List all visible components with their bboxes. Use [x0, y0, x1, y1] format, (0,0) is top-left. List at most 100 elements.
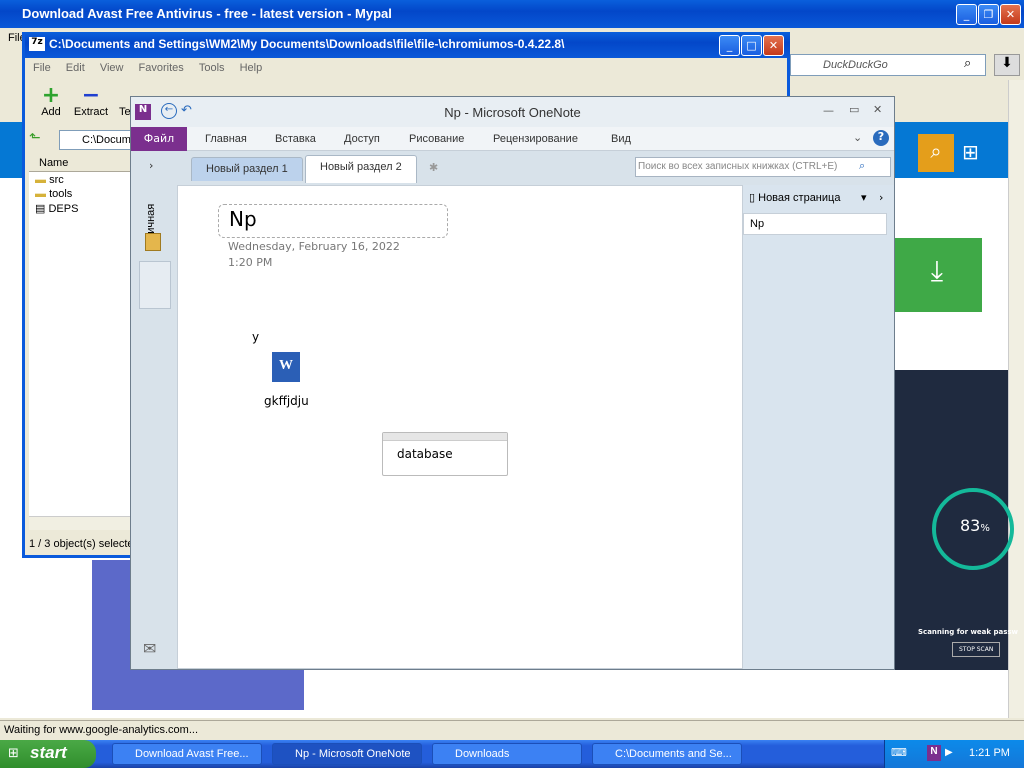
note-container[interactable]: database [382, 432, 508, 476]
onenote-window: Np - Microsoft OneNote N ← ↶ — ▭ ✕ Файл … [130, 96, 895, 670]
menu-edit[interactable]: Edit [66, 62, 85, 74]
file-icon: ▤ [35, 203, 46, 215]
list-item[interactable]: ▬ tools [29, 186, 131, 200]
tab-view[interactable]: Вид [611, 133, 631, 145]
clock[interactable]: 1:21 PM [969, 747, 1010, 759]
new-page-icon: ▯ [749, 192, 756, 204]
onenote-icon: N [135, 104, 151, 120]
maximize-button[interactable]: □ [741, 35, 762, 56]
ribbon: Файл Главная Вставка Доступ Рисование Ре… [131, 127, 894, 151]
unfiled-notes-icon[interactable]: ✉ [143, 639, 156, 658]
section-tab-1[interactable]: Новый раздел 1 [191, 157, 303, 181]
ribbon-collapse-icon[interactable]: ⌄ [853, 131, 862, 144]
stop-scan-button[interactable]: STOP SCAN [952, 642, 1001, 657]
page-time: 1:20 PM [228, 256, 273, 269]
notebook-icon[interactable] [145, 233, 161, 251]
tab-home[interactable]: Главная [205, 133, 247, 145]
note-text[interactable]: database [383, 441, 507, 461]
archive-title: C:\Documents and Settings\WM2\My Documen… [25, 32, 790, 58]
avast-promo: 83% Scanning for weak passw STOP SCAN [892, 370, 1018, 670]
onenote-title: Np - Microsoft OneNote [131, 97, 894, 127]
task-onenote[interactable]: Np - Microsoft OneNote [272, 743, 422, 765]
note-page[interactable]: Np Wednesday, February 16, 2022 1:20 PM … [177, 185, 743, 669]
minimize-button[interactable]: _ [956, 4, 977, 25]
list-item[interactable]: ▤ DEPS [29, 200, 131, 215]
search-icon[interactable]: ⌕ [964, 56, 971, 71]
list-item[interactable]: ▬ src [29, 172, 131, 186]
new-section-icon[interactable]: ✱ [429, 161, 438, 174]
menu-help[interactable]: Help [240, 62, 263, 74]
download-icon[interactable]: ⬇ [994, 54, 1020, 76]
address-field[interactable]: C:\Docum [59, 130, 131, 150]
menu-tools[interactable]: Tools [199, 62, 225, 74]
task-downloads[interactable]: Downloads [432, 743, 582, 765]
task-7zip[interactable]: C:\Documents and Se... [592, 743, 742, 765]
undo-icon[interactable]: ↶ [181, 103, 192, 118]
horizontal-scrollbar[interactable] [29, 516, 131, 530]
search-input[interactable]: DuckDuckGo [790, 54, 986, 76]
help-icon[interactable]: ? [873, 130, 889, 146]
search-icon[interactable]: ⌕ [918, 134, 954, 172]
search-icon[interactable]: ⌕ [859, 159, 865, 173]
pages-panel: ▯ Новая страница ▾ › Np [743, 185, 894, 669]
download-icon[interactable]: ⤓ [892, 238, 982, 312]
folder-icon: ▬ [35, 188, 46, 200]
file-list: Name ▬ src ▬ tools ▤ DEPS [29, 154, 131, 516]
status-bar: Waiting for www.google-analytics.com... [0, 720, 1024, 740]
up-folder-icon[interactable]: ⬑ [29, 130, 55, 150]
system-tray: ⌨ N ▶ 1:21 PM [884, 740, 1024, 768]
keyboard-icon[interactable]: ⌨ [891, 746, 907, 759]
browser-title: Download Avast Free Antivirus - free - l… [0, 0, 1024, 28]
tab-share[interactable]: Доступ [344, 133, 380, 145]
note-text-y[interactable]: y [252, 330, 259, 344]
tab-insert[interactable]: Вставка [275, 133, 316, 145]
minimize-button[interactable]: _ [719, 35, 740, 56]
add-button[interactable]: + Add [37, 83, 65, 119]
note-handle[interactable] [383, 433, 507, 441]
maximize-button[interactable]: ▭ [849, 103, 859, 116]
close-button[interactable]: ✕ [873, 103, 882, 116]
tray-arrow-icon[interactable]: ▶ [945, 747, 953, 758]
extract-icon: − [81, 83, 101, 108]
expand-icon[interactable]: › [149, 159, 153, 172]
collapse-panel-icon[interactable]: › [879, 191, 883, 204]
windows-logo-icon: ⊞ [8, 746, 19, 761]
archive-status: 1 / 3 object(s) selecte [29, 538, 134, 550]
back-icon[interactable]: ← [161, 103, 177, 119]
section-tab-2[interactable]: Новый раздел 2 [305, 155, 417, 183]
close-button[interactable]: ✕ [763, 35, 784, 56]
7zip-icon: 7z [29, 37, 45, 51]
scrollbar[interactable] [1008, 80, 1024, 718]
page-title[interactable]: Np [218, 204, 448, 238]
tab-draw[interactable]: Рисование [409, 133, 464, 145]
scan-status: Scanning for weak passw [918, 628, 1019, 636]
maximize-button[interactable]: ❐ [978, 4, 999, 25]
task-browser[interactable]: Download Avast Free... [112, 743, 262, 765]
windows-icon: ⊞ [962, 140, 979, 164]
folder-icon: ▬ [35, 174, 46, 186]
search-notebooks-input[interactable]: Поиск во всех записных книжках (CTRL+E) [635, 157, 891, 177]
word-doc-icon[interactable]: W [272, 352, 300, 382]
menu-file[interactable]: File [33, 62, 51, 74]
menu-favorites[interactable]: Favorites [139, 62, 184, 74]
tab-review[interactable]: Рецензирование [493, 133, 578, 145]
menu-view[interactable]: View [100, 62, 124, 74]
new-page-dropdown-icon[interactable]: ▾ [861, 191, 867, 204]
close-button[interactable]: ✕ [1000, 4, 1021, 25]
minimize-button[interactable]: — [823, 104, 834, 117]
page-list-item[interactable]: Np [743, 213, 887, 235]
column-name[interactable]: Name [29, 154, 131, 172]
scan-percent: 83% [960, 516, 990, 535]
tab-file[interactable]: Файл [131, 127, 187, 151]
new-page-button[interactable]: ▯ Новая страница [749, 191, 840, 204]
notebook-h[interactable] [139, 261, 171, 309]
taskbar: start ⊞ Download Avast Free... Np - Micr… [0, 740, 1024, 768]
page-date: Wednesday, February 16, 2022 [228, 240, 400, 253]
onenote-tray-icon[interactable]: N [927, 745, 941, 761]
archive-menu: File Edit View Favorites Tools Help [33, 62, 274, 74]
notebook-pane: › Личная ✉ [131, 151, 177, 669]
attachment-label[interactable]: gkffjdju [264, 394, 309, 408]
test-button[interactable]: Te [119, 106, 131, 118]
extract-button[interactable]: − Extract [71, 83, 111, 119]
add-icon: + [41, 83, 61, 108]
